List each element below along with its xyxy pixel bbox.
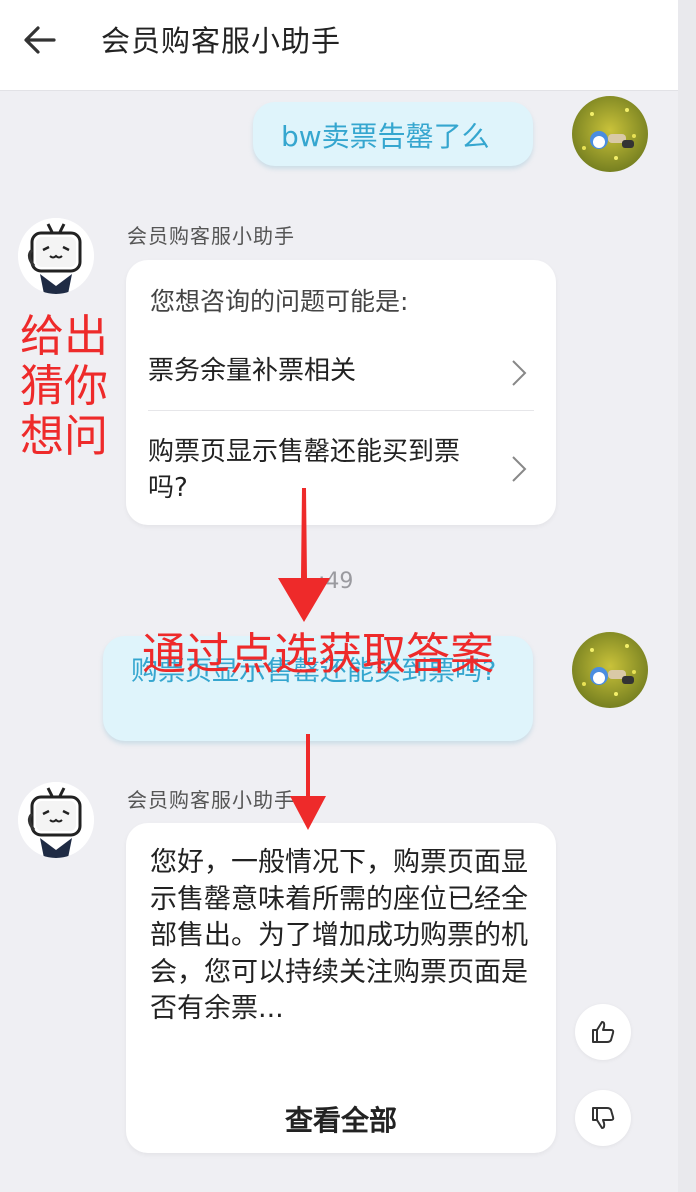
- bot-avatar[interactable]: [18, 218, 94, 294]
- suggestion-item[interactable]: 票务余量补票相关: [126, 340, 556, 410]
- annotation-center-note: 通过点选获取答案: [142, 629, 494, 680]
- suggestion-card: 您想咨询的问题可能是: 票务余量补票相关 购票页显示售罄还能买到票吗?: [126, 260, 556, 525]
- user-avatar[interactable]: [572, 96, 648, 172]
- user-avatar[interactable]: [572, 632, 648, 708]
- scrollbar-track[interactable]: [678, 0, 696, 1192]
- suggestion-divider: [148, 410, 534, 411]
- user-message-bubble: bw卖票告罄了么: [253, 102, 533, 166]
- bot-name-label: 会员购客服小助手: [127, 224, 295, 248]
- chevron-right-icon: [512, 360, 527, 386]
- back-arrow-icon[interactable]: [20, 20, 60, 60]
- suggestion-item[interactable]: 购票页显示售罄还能买到票吗?: [126, 420, 556, 520]
- thumbs-down-icon: [592, 1107, 615, 1129]
- bot-avatar[interactable]: [18, 782, 94, 858]
- annotation-arrow: [278, 488, 330, 622]
- suggestion-intro: 您想咨询的问题可能是:: [150, 287, 409, 316]
- page-title: 会员购客服小助手: [101, 24, 342, 58]
- thumbs-down-button[interactable]: [575, 1090, 631, 1146]
- chevron-right-icon: [512, 456, 527, 482]
- suggestion-item-label: 票务余量补票相关: [148, 356, 357, 386]
- bot-name-label: 会员购客服小助手: [127, 788, 295, 812]
- annotation-left-note: 给出猜你想问: [20, 311, 108, 462]
- top-bar: 会员购客服小助手: [0, 0, 678, 91]
- answer-text: 您好，一般情况下，购票页面显示售罄意味着所需的座位已经全部售出。为了增加成功购票…: [150, 847, 528, 1024]
- thumbs-up-button[interactable]: [575, 1004, 631, 1060]
- answer-card: 您好，一般情况下，购票页面显示售罄意味着所需的座位已经全部售出。为了增加成功购票…: [126, 823, 556, 1153]
- thumbs-up-icon: [592, 1021, 615, 1043]
- see-all-button[interactable]: 查看全部: [126, 1099, 556, 1139]
- user-message-text: bw卖票告罄了么: [281, 120, 490, 153]
- annotation-arrow: [290, 734, 326, 830]
